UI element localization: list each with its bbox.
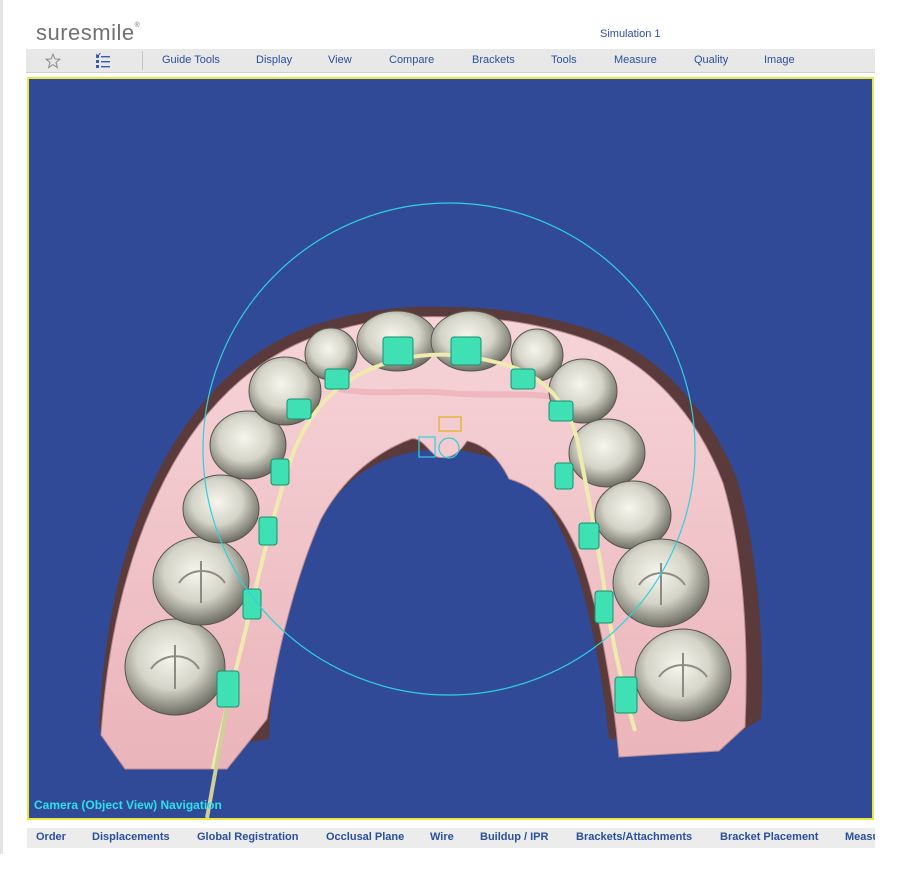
tab-measure[interactable]: Measu: [845, 831, 875, 843]
menu-quality[interactable]: Quality: [694, 54, 728, 66]
menu-tools[interactable]: Tools: [551, 54, 577, 66]
menu-view[interactable]: View: [328, 54, 352, 66]
menu-brackets[interactable]: Brackets: [472, 54, 515, 66]
logo-text: suresmile: [36, 20, 135, 45]
bracket: [324, 368, 350, 390]
bracket: [594, 590, 614, 624]
bracket: [216, 670, 240, 708]
tab-bracket-placement[interactable]: Bracket Placement: [720, 831, 818, 843]
star-icon[interactable]: [42, 49, 64, 72]
bracket: [614, 676, 638, 714]
bracket: [554, 462, 574, 490]
suresmile-logo: suresmile®: [36, 20, 140, 46]
bracket: [258, 516, 278, 546]
bracket: [450, 336, 482, 366]
tab-order[interactable]: Order: [36, 831, 66, 843]
3d-viewport[interactable]: Camera (Object View) Navigation: [27, 77, 874, 820]
tab-buildup-ipr[interactable]: Buildup / IPR: [480, 831, 548, 843]
menu-compare[interactable]: Compare: [389, 54, 434, 66]
main-toolbar: Guide Tools Display View Compare Bracket…: [26, 49, 875, 73]
window-left-edge: [0, 0, 3, 854]
tab-displacements[interactable]: Displacements: [92, 831, 170, 843]
bracket: [270, 458, 290, 486]
checklist-icon[interactable]: [92, 49, 114, 72]
tab-occlusal-plane[interactable]: Occlusal Plane: [326, 831, 404, 843]
bracket: [510, 368, 536, 390]
navigation-mode-label: Camera (Object View) Navigation: [34, 798, 222, 812]
tooth-premolar-2-left: [182, 474, 260, 544]
tab-wire[interactable]: Wire: [430, 831, 454, 843]
toolbar-separator: [142, 51, 143, 70]
dental-arch-render: [99, 202, 762, 818]
menu-measure[interactable]: Measure: [614, 54, 657, 66]
bracket: [286, 398, 312, 420]
bracket: [548, 400, 574, 422]
bracket: [578, 522, 600, 550]
bracket: [382, 336, 414, 366]
document-title: Simulation 1: [600, 28, 661, 40]
menu-image[interactable]: Image: [764, 54, 795, 66]
menu-guide-tools[interactable]: Guide Tools: [162, 54, 220, 66]
menu-display[interactable]: Display: [256, 54, 292, 66]
workflow-tab-bar: Order Displacements Global Registration …: [27, 828, 875, 848]
tab-brackets-attachments[interactable]: Brackets/Attachments: [576, 831, 692, 843]
logo-trademark: ®: [134, 22, 141, 29]
tab-global-registration[interactable]: Global Registration: [197, 831, 298, 843]
